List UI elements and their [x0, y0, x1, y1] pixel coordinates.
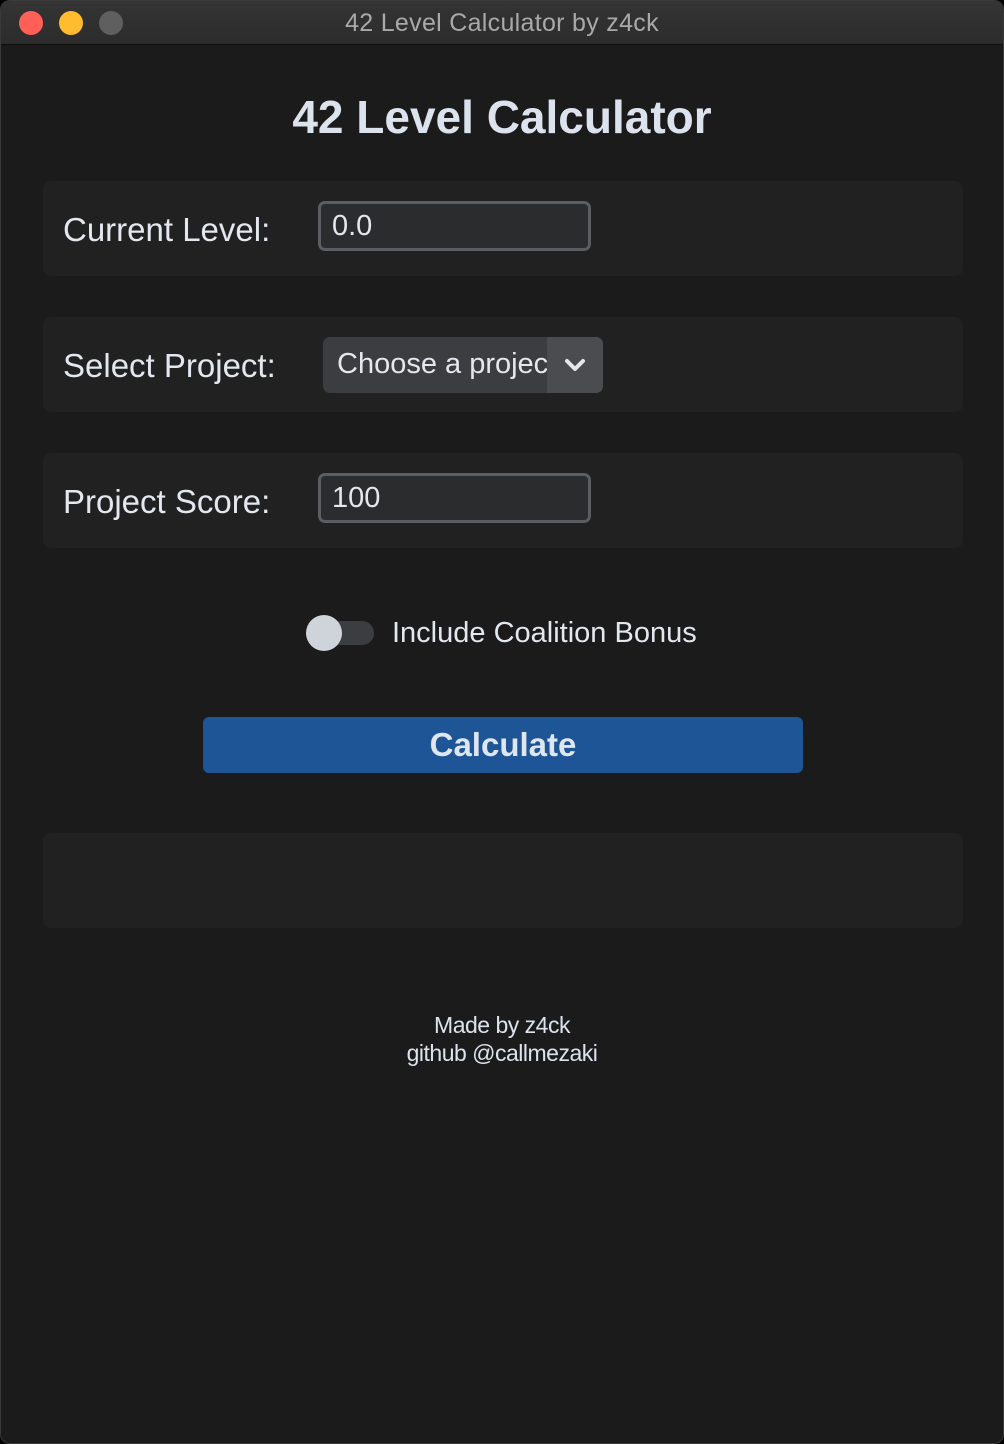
project-select-value: Choose a project — [337, 348, 547, 380]
main-content: 42 Level Calculator Current Level: Selec… — [1, 45, 1003, 1443]
chevron-down-icon[interactable] — [547, 337, 603, 393]
footer: Made by z4ck github @callmezaki — [1, 1011, 1003, 1067]
project-score-panel: Project Score: — [43, 453, 963, 548]
select-project-panel: Select Project: Choose a project — [43, 317, 963, 412]
coalition-bonus-label[interactable]: Include Coalition Bonus — [392, 617, 697, 650]
project-score-label: Project Score: — [63, 483, 271, 520]
project-select[interactable]: Choose a project — [323, 337, 603, 393]
current-level-input[interactable] — [318, 201, 591, 251]
result-panel — [43, 833, 963, 928]
app-window: 42 Level Calculator by z4ck 42 Level Cal… — [0, 0, 1004, 1444]
project-score-input[interactable] — [318, 473, 591, 523]
current-level-label: Current Level: — [63, 211, 271, 248]
app-title: 42 Level Calculator — [292, 91, 712, 143]
current-level-panel: Current Level: — [43, 181, 963, 276]
calculate-button[interactable]: Calculate — [203, 717, 803, 773]
footer-github: github @callmezaki — [406, 1040, 598, 1066]
window-title: 42 Level Calculator by z4ck — [345, 9, 659, 37]
select-project-label: Select Project: — [63, 347, 276, 384]
switch-knob — [306, 615, 342, 651]
title-bar[interactable]: 42 Level Calculator by z4ck — [1, 1, 1003, 45]
footer-credit: Made by z4ck — [434, 1012, 570, 1038]
coalition-bonus-switch[interactable] — [306, 615, 374, 651]
